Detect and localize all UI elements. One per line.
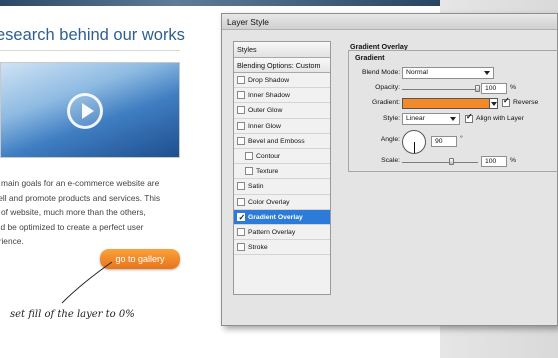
style-checkbox[interactable] (237, 243, 245, 252)
style-item-color-overlay[interactable]: Color Overlay (234, 195, 330, 210)
style-item-stroke[interactable]: Stroke (234, 240, 330, 256)
style-item-texture[interactable]: Texture (234, 164, 330, 180)
blending-options-item[interactable]: Blending Options: Custom (234, 58, 330, 73)
annotation-note: set fill of the layer to 0% (10, 309, 135, 320)
blend-mode-label: Blend Mode: (362, 69, 401, 76)
reverse-checkbox[interactable]: ✓ (502, 96, 510, 107)
style-checkbox[interactable] (245, 151, 253, 160)
checkmark-icon: ✓ (503, 96, 510, 105)
group-title: Gradient (354, 53, 386, 62)
opacity-label: Opacity: (375, 84, 400, 91)
scale-slider-track[interactable] (402, 162, 478, 163)
style-item-label: Texture (256, 168, 279, 176)
layer-style-dialog: Layer Style Styles Blending Options: Cus… (221, 13, 558, 326)
opacity-unit: % (510, 84, 517, 91)
style-item-label: Pattern Overlay (248, 228, 296, 236)
blend-mode-value: Normal (406, 69, 428, 76)
style-item-label: Inner Glow (248, 122, 281, 130)
style-item-label: Contour (256, 152, 281, 160)
opacity-slider-thumb[interactable] (475, 85, 480, 92)
style-item-label: Color Overlay (248, 198, 290, 206)
dialog-title[interactable]: Layer Style (222, 14, 557, 30)
scale-unit: % (510, 157, 517, 164)
style-item-label: Gradient Overlay (248, 213, 303, 221)
style-item-satin[interactable]: Satin (234, 179, 330, 195)
style-item-label: Stroke (248, 244, 268, 252)
style-checkbox[interactable] (237, 136, 245, 145)
angle-input[interactable]: 90 (431, 136, 457, 147)
chevron-down-icon (484, 71, 490, 75)
style-item-gradient-overlay[interactable]: ✓ Gradient Overlay (234, 209, 330, 225)
scale-label: Scale: (381, 157, 400, 164)
opacity-input[interactable]: 100 (481, 83, 507, 94)
style-item-label: Outer Glow (248, 107, 283, 115)
style-item-drop-shadow[interactable]: Drop Shadow (234, 73, 330, 89)
style-items: Drop Shadow Inner Shadow Outer Glow Inner G… (234, 73, 330, 256)
chevron-down-icon (450, 117, 456, 121)
style-checkbox[interactable] (237, 106, 245, 115)
reverse-label: Reverse (513, 99, 539, 106)
style-checkbox[interactable] (237, 91, 245, 100)
style-select[interactable]: Linear (402, 113, 460, 125)
align-with-layer-label: Align with Layer (476, 115, 524, 122)
checkmark-icon: ✓ (466, 112, 473, 121)
style-item-inner-shadow[interactable]: Inner Shadow (234, 88, 330, 104)
style-value: Linear (406, 115, 425, 122)
style-checkbox[interactable] (245, 167, 253, 176)
style-item-pattern-overlay[interactable]: Pattern Overlay (234, 225, 330, 241)
scale-input[interactable]: 100 (481, 156, 507, 167)
align-with-layer-checkbox[interactable]: ✓ (465, 112, 473, 123)
angle-label: Angle: (380, 136, 400, 143)
style-item-contour[interactable]: Contour (234, 149, 330, 165)
style-checkbox[interactable] (237, 182, 245, 191)
gradient-swatch[interactable] (402, 98, 490, 109)
style-item-label: Drop Shadow (248, 77, 290, 84)
scale-slider-thumb[interactable] (449, 158, 455, 165)
gradient-picker-dropdown[interactable] (489, 98, 498, 109)
style-item-bevel-and-emboss[interactable]: Bevel and Emboss (234, 134, 330, 149)
style-item-outer-glow[interactable]: Outer Glow (234, 103, 330, 119)
style-checkbox[interactable] (237, 227, 245, 236)
style-checkbox[interactable] (237, 76, 245, 84)
style-item-label: Bevel and Emboss (248, 137, 305, 145)
styles-list: Styles Blending Options: Custom Drop Sha… (233, 41, 331, 295)
style-item-label: Inner Shadow (248, 92, 290, 100)
blend-mode-select[interactable]: Normal (402, 67, 494, 79)
style-label: Style: (383, 115, 400, 122)
styles-header[interactable]: Styles (234, 42, 330, 58)
style-checkbox[interactable] (237, 197, 245, 206)
style-item-label: Satin (248, 183, 264, 191)
angle-dial[interactable] (402, 130, 426, 154)
style-item-inner-glow[interactable]: Inner Glow (234, 119, 330, 134)
checkmark-icon: ✓ (238, 212, 246, 222)
angle-unit: ° (460, 135, 463, 142)
style-checkbox[interactable]: ✓ (237, 212, 245, 222)
opacity-slider-track[interactable] (402, 89, 478, 90)
gradient-label: Gradient: (372, 99, 400, 106)
style-checkbox[interactable] (237, 121, 245, 130)
